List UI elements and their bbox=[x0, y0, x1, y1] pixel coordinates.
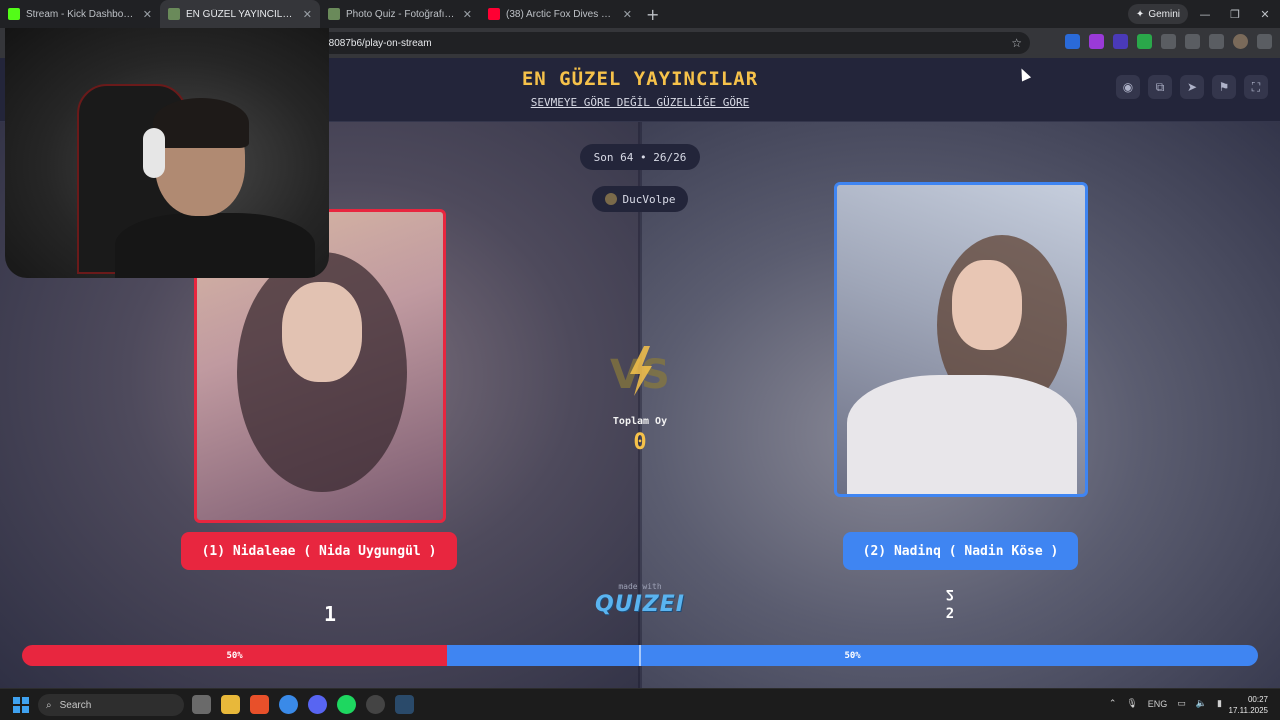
discord-icon[interactable] bbox=[308, 695, 327, 714]
taskbar: ⌕ Search ⌃ 🎙 ENG ▭ 🔈 ▮ 00:27 17.11.2025 bbox=[0, 688, 1280, 720]
url-text: h038087b6/play-on-stream bbox=[312, 37, 432, 49]
file-explorer-icon[interactable] bbox=[221, 695, 240, 714]
photo-detail bbox=[952, 260, 1022, 350]
tab-title: Stream - Kick Dashboard bbox=[26, 8, 137, 20]
tab-title: EN GÜZEL YAYINCILAR - Tier List bbox=[186, 8, 297, 20]
cast-icon[interactable] bbox=[1185, 34, 1200, 49]
total-votes-value: 0 bbox=[633, 430, 647, 455]
media-controls-icon[interactable] bbox=[1209, 34, 1224, 49]
close-tab-icon[interactable]: ✕ bbox=[303, 8, 312, 21]
clock[interactable]: 00:27 17.11.2025 bbox=[1229, 694, 1268, 716]
windows-start-icon[interactable] bbox=[13, 697, 29, 713]
volume-icon[interactable]: 🔈 bbox=[1196, 698, 1207, 709]
extension-icon[interactable] bbox=[1137, 34, 1152, 49]
tab-kick-dashboard[interactable]: Stream - Kick Dashboard ✕ bbox=[0, 0, 160, 28]
right-score-bottom: 2 bbox=[945, 606, 955, 622]
restore-icon[interactable]: ❐ bbox=[1220, 0, 1250, 28]
extensions-bar bbox=[1065, 34, 1272, 49]
user-name: DucVolpe bbox=[622, 192, 676, 206]
address-bar[interactable]: h038087b6/play-on-stream ☆ bbox=[300, 32, 1030, 54]
made-with-label: made with bbox=[618, 582, 662, 591]
kebab-menu-icon[interactable] bbox=[1257, 34, 1272, 49]
eye-icon[interactable]: ◉ bbox=[1116, 75, 1140, 99]
system-tray: ⌃ 🎙 ENG ▭ 🔈 ▮ bbox=[1109, 698, 1222, 709]
close-tab-icon[interactable]: ✕ bbox=[623, 8, 632, 21]
photo-detail bbox=[282, 282, 362, 382]
tab-title: Photo Quiz - Fotoğrafın tarihini bbox=[346, 8, 457, 20]
search-placeholder: Search bbox=[59, 699, 92, 711]
logo-pane bbox=[13, 706, 20, 713]
gemini-button[interactable]: ✦ Gemini bbox=[1127, 4, 1188, 24]
language-indicator[interactable]: ENG bbox=[1148, 699, 1168, 709]
user-badge: DucVolpe bbox=[592, 186, 688, 212]
spotify-icon[interactable] bbox=[337, 695, 356, 714]
window-controls: — ❐ ✕ bbox=[1190, 0, 1280, 28]
clock-time: 00:27 bbox=[1247, 695, 1268, 704]
photo-detail bbox=[847, 375, 1077, 494]
flag-icon[interactable]: ⚑ bbox=[1212, 75, 1236, 99]
round-indicator: Son 64 • 26/26 bbox=[580, 144, 700, 170]
bar-center-marker bbox=[639, 645, 641, 666]
right-score-top: 2 bbox=[945, 586, 955, 602]
webcam-overlay bbox=[5, 28, 329, 278]
steam-icon[interactable] bbox=[395, 695, 414, 714]
total-votes-label: Toplam Oy bbox=[612, 416, 668, 427]
battery-icon[interactable]: ▮ bbox=[1217, 698, 1222, 709]
brave-icon[interactable] bbox=[250, 695, 269, 714]
quizei-logo[interactable]: QUIZEI bbox=[580, 592, 700, 617]
search-icon: ⌕ bbox=[46, 699, 52, 711]
extension-icon[interactable] bbox=[1089, 34, 1104, 49]
minimize-icon[interactable]: — bbox=[1190, 0, 1220, 28]
task-view-icon[interactable] bbox=[192, 695, 211, 714]
vote-left-button[interactable]: (1) Nidaleae ( Nida Uygungül ) bbox=[181, 532, 457, 570]
chrome-icon[interactable] bbox=[279, 695, 298, 714]
tab-photo-quiz[interactable]: Photo Quiz - Fotoğrafın tarihini ✕ bbox=[320, 0, 480, 28]
left-vote-share: 50% bbox=[22, 645, 448, 666]
close-tab-icon[interactable]: ✕ bbox=[143, 8, 152, 21]
puzzle-icon[interactable] bbox=[1161, 34, 1176, 49]
profile-avatar[interactable] bbox=[1233, 34, 1248, 49]
tab-strip: Stream - Kick Dashboard ✕ EN GÜZEL YAYIN… bbox=[0, 0, 1280, 28]
vote-right-button[interactable]: (2) Nadinq ( Nadin Köse ) bbox=[843, 532, 1078, 570]
right-score: 2 2 bbox=[930, 584, 970, 624]
send-icon[interactable]: ➤ bbox=[1180, 75, 1204, 99]
chevron-up-icon[interactable]: ⌃ bbox=[1109, 698, 1117, 709]
vs-lightning-icon: VS bbox=[610, 346, 670, 398]
header-actions: ◉ ⧉ ➤ ⚑ ⛶ bbox=[1116, 75, 1268, 99]
streamer-body bbox=[115, 213, 315, 278]
extension-icon[interactable] bbox=[1065, 34, 1080, 49]
vote-progress-bar: 50% 50% bbox=[22, 645, 1258, 666]
new-tab-button[interactable]: + bbox=[646, 5, 659, 24]
kick-favicon-icon bbox=[8, 8, 20, 20]
microphone-icon[interactable]: 🎙 bbox=[1126, 698, 1137, 709]
taskbar-apps bbox=[192, 695, 414, 714]
taskbar-search[interactable]: ⌕ Search bbox=[38, 694, 184, 716]
logo-pane bbox=[22, 706, 29, 713]
logo-pane bbox=[13, 697, 20, 704]
gemini-label: Gemini bbox=[1148, 8, 1180, 20]
quizei-favicon-icon bbox=[168, 8, 180, 20]
left-score: 1 bbox=[323, 602, 337, 626]
headset bbox=[143, 128, 165, 178]
quizei-favicon-icon bbox=[328, 8, 340, 20]
close-window-icon[interactable]: ✕ bbox=[1250, 0, 1280, 28]
copy-icon[interactable]: ⧉ bbox=[1148, 75, 1172, 99]
obs-icon[interactable] bbox=[366, 695, 385, 714]
extension-icon[interactable] bbox=[1113, 34, 1128, 49]
bookmark-star-icon[interactable]: ☆ bbox=[1011, 36, 1022, 50]
youtube-favicon-icon bbox=[488, 8, 500, 20]
clock-date: 17.11.2025 bbox=[1228, 706, 1268, 715]
close-tab-icon[interactable]: ✕ bbox=[463, 8, 472, 21]
user-avatar bbox=[604, 193, 617, 205]
right-contestant-photo[interactable] bbox=[834, 182, 1088, 497]
sparkle-icon: ✦ bbox=[1135, 8, 1145, 20]
tab-tier-list[interactable]: EN GÜZEL YAYINCILAR - Tier List ✕ bbox=[160, 0, 320, 28]
tab-title: (38) Arctic Fox Dives Headfirst bbox=[506, 8, 617, 20]
tab-youtube[interactable]: (38) Arctic Fox Dives Headfirst ✕ bbox=[480, 0, 640, 28]
streamer-hair bbox=[153, 98, 249, 148]
right-vote-share: 50% bbox=[447, 645, 1258, 666]
fullscreen-icon[interactable]: ⛶ bbox=[1244, 75, 1268, 99]
network-icon[interactable]: ▭ bbox=[1177, 698, 1186, 709]
logo-pane bbox=[22, 697, 29, 704]
